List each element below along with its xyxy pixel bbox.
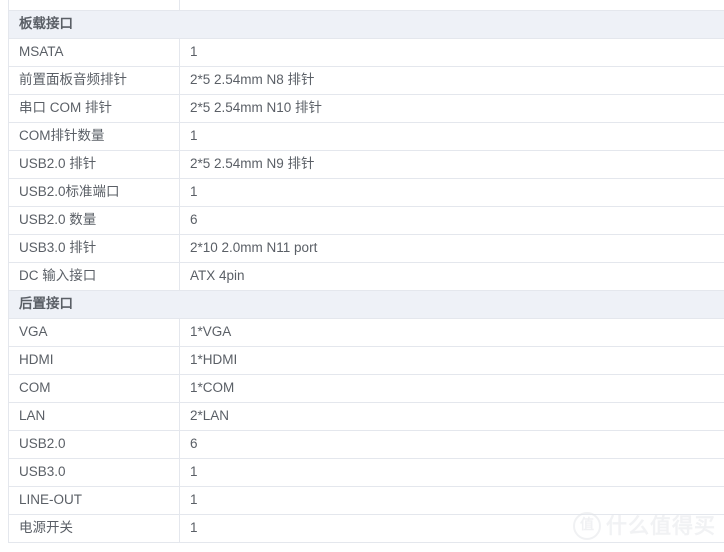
- table-row: 前置面板音频排针 2*5 2.54mm N8 排针: [8, 66, 724, 95]
- table-row: 串口 COM 排针 2*5 2.54mm N10 排针: [8, 94, 724, 123]
- table-row: HDMI 1*HDMI: [8, 346, 724, 375]
- spec-value: 2*5 2.54mm N8 排针: [179, 66, 724, 95]
- table-row: USB3.0 1: [8, 458, 724, 487]
- table-row: COM 1*COM: [8, 374, 724, 403]
- spec-value: 1: [179, 178, 724, 207]
- partial-row-value: [179, 0, 724, 11]
- spec-label: 前置面板音频排针: [8, 66, 180, 95]
- spec-value: 6: [179, 206, 724, 235]
- spec-label: USB2.0 数量: [8, 206, 180, 235]
- spec-label: 串口 COM 排针: [8, 94, 180, 123]
- table-row: 电源开关 1: [8, 514, 724, 543]
- spec-label: USB3.0: [8, 458, 180, 487]
- spec-label: COM排针数量: [8, 122, 180, 151]
- spec-label: HDMI: [8, 346, 180, 375]
- table-row: USB2.0 排针 2*5 2.54mm N9 排针: [8, 150, 724, 179]
- spec-value: 6: [179, 430, 724, 459]
- table-row: USB2.0 数量 6: [8, 206, 724, 235]
- spec-label: VGA: [8, 318, 180, 347]
- table-row: USB2.0标准端口 1: [8, 178, 724, 207]
- section-header-onboard: 板载接口: [8, 10, 724, 39]
- table-row: DC 输入接口 ATX 4pin: [8, 262, 724, 291]
- spec-label: DC 输入接口: [8, 262, 180, 291]
- spec-value: 1: [179, 458, 724, 487]
- spec-value: 1*COM: [179, 374, 724, 403]
- spec-value: 2*10 2.0mm N11 port: [179, 234, 724, 263]
- spec-label: MSATA: [8, 38, 180, 67]
- spec-label: USB2.0 排针: [8, 150, 180, 179]
- specification-table: 板载接口 MSATA 1 前置面板音频排针 2*5 2.54mm N8 排针 串…: [8, 0, 724, 543]
- spec-value: 1: [179, 514, 724, 543]
- spec-value: 2*LAN: [179, 402, 724, 431]
- partial-row-label: [8, 0, 180, 11]
- spec-value: 1: [179, 486, 724, 515]
- table-row: LINE-OUT 1: [8, 486, 724, 515]
- section-header-label: 板载接口: [8, 10, 724, 39]
- spec-label: USB3.0 排针: [8, 234, 180, 263]
- spec-value: 1*VGA: [179, 318, 724, 347]
- spec-value: 1: [179, 122, 724, 151]
- spec-value: 2*5 2.54mm N9 排针: [179, 150, 724, 179]
- spec-value: ATX 4pin: [179, 262, 724, 291]
- spec-value: 2*5 2.54mm N10 排针: [179, 94, 724, 123]
- table-row: MSATA 1: [8, 38, 724, 67]
- spec-value: 1: [179, 38, 724, 67]
- spec-label: LINE-OUT: [8, 486, 180, 515]
- section-header-rear: 后置接口: [8, 290, 724, 319]
- spec-label: 电源开关: [8, 514, 180, 543]
- spec-label: USB2.0: [8, 430, 180, 459]
- specification-table-body: 板载接口 MSATA 1 前置面板音频排针 2*5 2.54mm N8 排针 串…: [8, 0, 724, 543]
- spec-label: COM: [8, 374, 180, 403]
- spec-label: LAN: [8, 402, 180, 431]
- table-row: VGA 1*VGA: [8, 318, 724, 347]
- spec-value: 1*HDMI: [179, 346, 724, 375]
- table-row: USB3.0 排针 2*10 2.0mm N11 port: [8, 234, 724, 263]
- table-row-partial: [8, 0, 724, 11]
- table-row: LAN 2*LAN: [8, 402, 724, 431]
- table-row: COM排针数量 1: [8, 122, 724, 151]
- table-row: USB2.0 6: [8, 430, 724, 459]
- section-header-label: 后置接口: [8, 290, 724, 319]
- spec-label: USB2.0标准端口: [8, 178, 180, 207]
